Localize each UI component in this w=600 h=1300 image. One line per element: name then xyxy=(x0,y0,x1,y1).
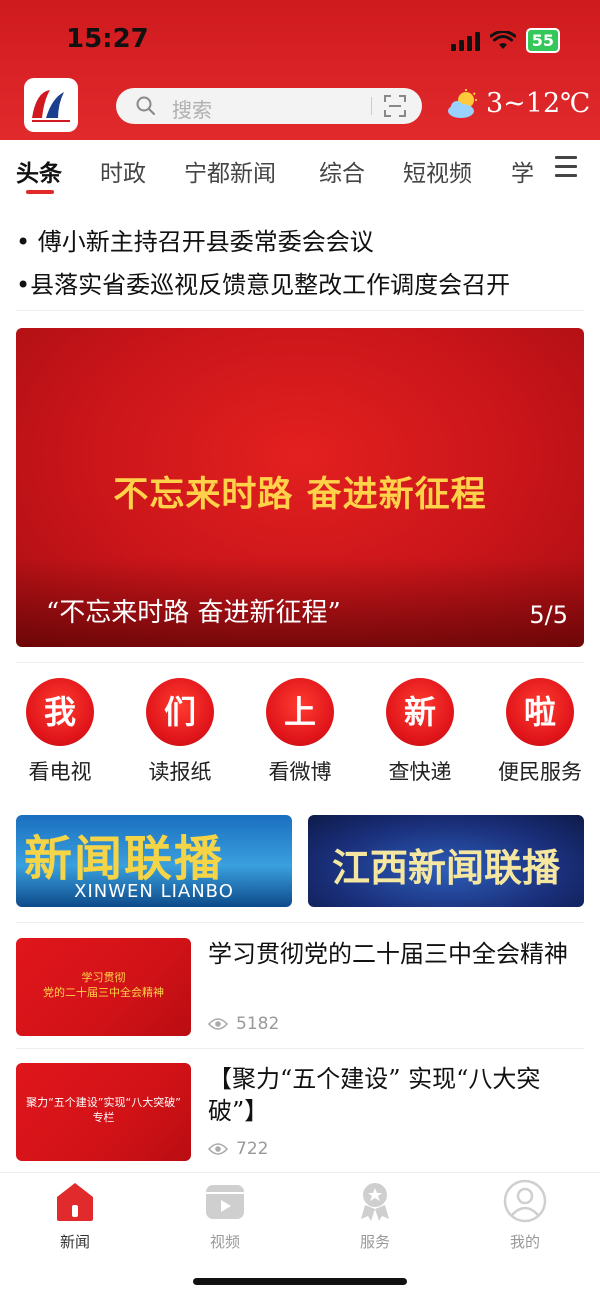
tab-ningdu-news[interactable]: 宁都新闻 xyxy=(184,154,276,188)
quick-link-icon: 新 xyxy=(386,678,454,746)
status-icons: 55 xyxy=(450,28,560,53)
thumbnail-text: 聚力“五个建设”实现“八大突破” 专栏 xyxy=(26,1096,181,1124)
banner-page-index: 5/5 xyxy=(529,601,568,629)
eye-icon xyxy=(208,1018,228,1030)
quick-link-label: 看微博 xyxy=(268,760,332,784)
jiangxi-news-banner[interactable]: 江西新闻联播 xyxy=(308,815,584,907)
thumbnail-text: 学习贯彻 党的二十届三中全会精神 xyxy=(43,971,164,999)
home-icon xyxy=(57,1183,93,1221)
article-item[interactable]: 聚力“五个建设”实现“八大突破” 专栏 【聚力“五个建设” 实现“八大突破”】 … xyxy=(16,1063,584,1163)
article-title: 学习贯彻党的二十届三中全会精神 xyxy=(208,940,568,968)
header-bar: 15:27 55 搜索 3~12℃ xyxy=(0,0,600,140)
nav-services[interactable]: 服务 xyxy=(325,1179,425,1252)
user-icon xyxy=(503,1179,547,1223)
service-icon xyxy=(361,1183,389,1221)
tab-study[interactable]: 学 xyxy=(511,154,534,188)
nav-label: 新闻 xyxy=(59,1233,90,1251)
article-thumbnail: 聚力“五个建设”实现“八大突破” 专栏 xyxy=(16,1063,191,1161)
nav-video[interactable]: 视频 xyxy=(175,1179,275,1252)
nav-label: 我的 xyxy=(509,1233,540,1251)
article-thumbnail: 学习贯彻 党的二十届三中全会精神 xyxy=(16,938,191,1036)
home-indicator xyxy=(193,1278,407,1285)
tab-short-video[interactable]: 短视频 xyxy=(403,154,472,188)
xinwen-lianbo-banner[interactable]: 新闻联播 XINWEN LIANBO xyxy=(16,815,292,907)
divider xyxy=(16,922,584,923)
nav-profile[interactable]: 我的 xyxy=(475,1179,575,1252)
banner-caption: “不忘来时路 奋进新征程” xyxy=(46,598,341,628)
quick-link-tv[interactable]: 我 看电视 xyxy=(10,678,110,786)
tab-headline[interactable]: 头条 xyxy=(16,154,62,188)
nav-news[interactable]: 新闻 xyxy=(25,1179,125,1252)
banner-title: 江西新闻联播 xyxy=(331,845,560,890)
divider xyxy=(16,1048,584,1049)
quick-link-icon: 上 xyxy=(266,678,334,746)
article-views: 722 xyxy=(208,1139,268,1159)
app-logo[interactable] xyxy=(24,78,78,132)
quick-link-icon: 我 xyxy=(26,678,94,746)
quick-link-newspaper[interactable]: 们 读报纸 xyxy=(130,678,230,786)
banner-subtitle: XINWEN LIANBO xyxy=(74,881,234,902)
channel-tabs: 头条 时政 宁都新闻 综合 短视频 学 xyxy=(0,140,600,196)
tab-politics[interactable]: 时政 xyxy=(100,154,146,188)
search-divider xyxy=(371,97,372,115)
ticker-item[interactable]: • 傅小新主持召开县委常委会会议 xyxy=(16,222,586,257)
wifi-icon xyxy=(489,30,516,49)
divider xyxy=(16,310,584,311)
quick-link-weibo[interactable]: 上 看微博 xyxy=(250,678,350,786)
view-count: 5182 xyxy=(236,1014,280,1034)
weather-temperature: 3~12℃ xyxy=(486,88,591,119)
search-icon xyxy=(136,96,155,115)
nav-label: 服务 xyxy=(359,1233,390,1251)
view-count: 722 xyxy=(236,1139,269,1159)
channel-menu-icon[interactable] xyxy=(555,156,577,183)
status-time: 15:27 xyxy=(66,24,149,54)
article-views: 5182 xyxy=(208,1014,279,1034)
search-bar[interactable]: 搜索 xyxy=(116,88,422,124)
video-icon xyxy=(206,1185,244,1219)
quick-link-icon: 啦 xyxy=(506,678,574,746)
active-tab-indicator xyxy=(26,190,54,194)
banner-slogan: 不忘来时路 奋进新征程 xyxy=(113,474,487,515)
quick-link-label: 查快递 xyxy=(388,760,452,784)
search-input[interactable]: 搜索 xyxy=(172,94,212,123)
quick-link-icon: 们 xyxy=(146,678,214,746)
ticker-item[interactable]: •县落实省委巡视反馈意见整改工作调度会召开 xyxy=(16,265,586,300)
banner-title: 新闻联播 xyxy=(24,831,225,887)
hero-banner[interactable]: 不忘来时路 奋进新征程 “不忘来时路 奋进新征程” 5/5 xyxy=(16,328,584,647)
article-item[interactable]: 学习贯彻 党的二十届三中全会精神 学习贯彻党的二十届三中全会精神 5182 xyxy=(16,938,584,1038)
tab-general[interactable]: 综合 xyxy=(319,154,365,188)
article-title: 【聚力“五个建设” 实现“八大突破”】 xyxy=(208,1065,541,1125)
eye-icon xyxy=(208,1143,228,1155)
quick-link-label: 读报纸 xyxy=(148,760,212,784)
weather-widget[interactable]: 3~12℃ xyxy=(446,88,590,119)
quick-link-label: 便民服务 xyxy=(498,760,582,784)
battery-icon: 55 xyxy=(525,28,560,53)
quick-link-services[interactable]: 啦 便民服务 xyxy=(490,678,590,786)
partly-cloudy-icon xyxy=(448,88,477,118)
scan-icon[interactable] xyxy=(384,95,406,117)
nav-label: 视频 xyxy=(209,1233,240,1251)
signal-icon xyxy=(450,31,480,51)
quick-link-label: 看电视 xyxy=(28,760,92,784)
divider xyxy=(16,662,584,663)
quick-link-express[interactable]: 新 查快递 xyxy=(370,678,470,786)
